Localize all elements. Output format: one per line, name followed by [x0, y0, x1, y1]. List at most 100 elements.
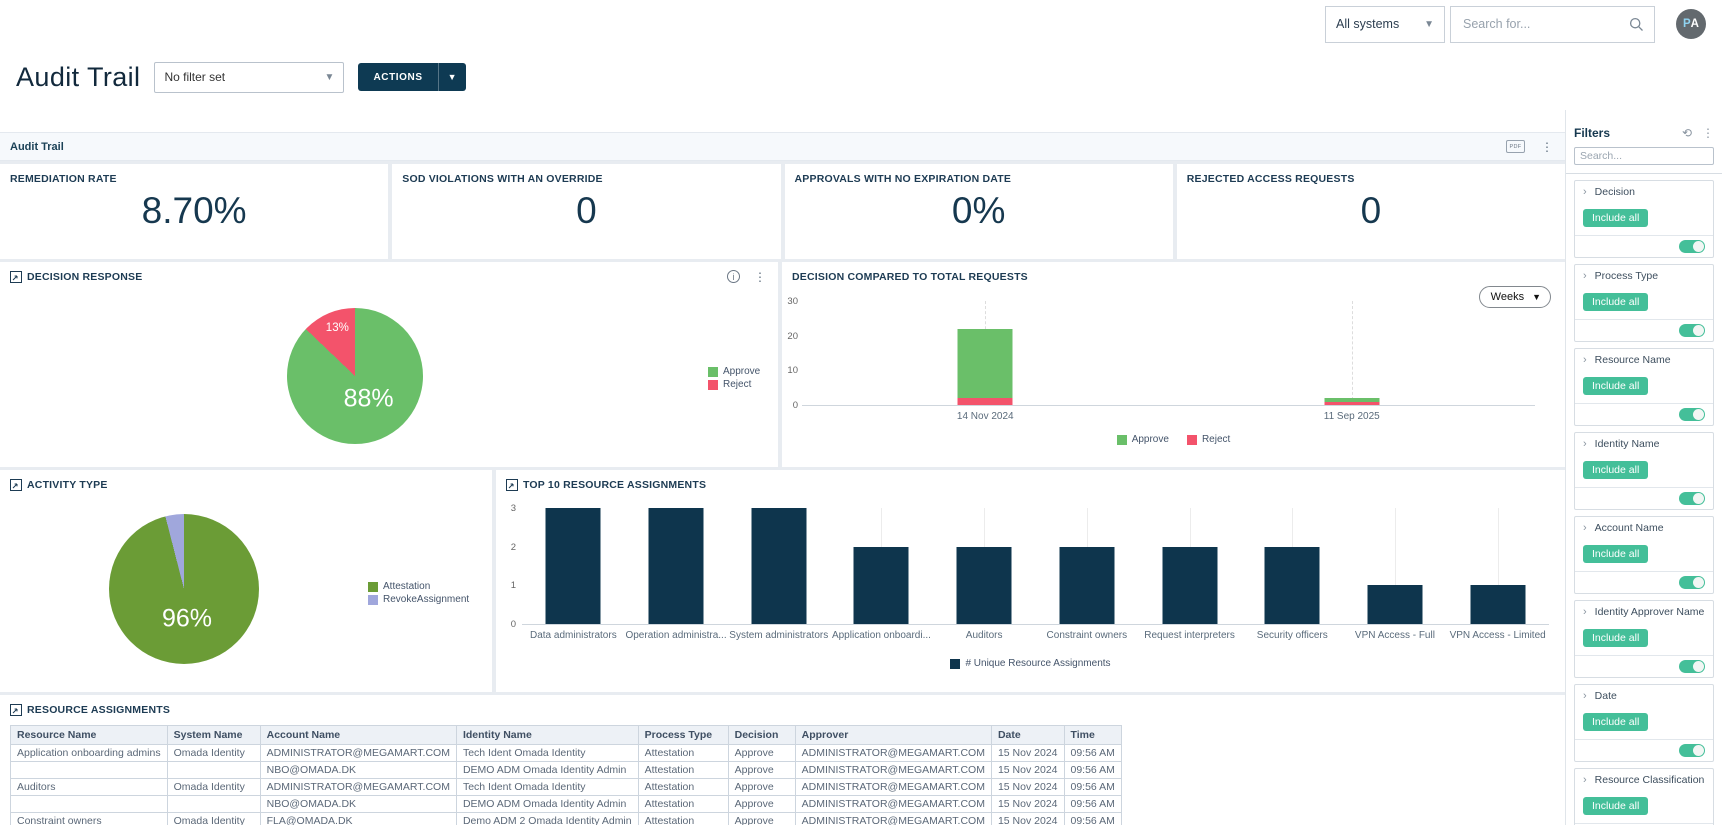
- table-cell: 09:56 AM: [1063, 744, 1122, 762]
- chart-icon: [10, 271, 22, 283]
- filter-section-header-decision[interactable]: › Decision: [1575, 181, 1713, 203]
- actions-label: ACTIONS: [373, 71, 423, 83]
- divider: [1566, 173, 1722, 174]
- filter-toggle[interactable]: [1679, 408, 1705, 421]
- table-row[interactable]: Constraint owners Omada Identity FLA@OMADA…: [10, 812, 1122, 825]
- column-header[interactable]: Account Name: [259, 725, 457, 745]
- filter-toggle[interactable]: [1679, 240, 1705, 253]
- bar-top10[interactable]: [545, 508, 601, 624]
- filter-toggle[interactable]: [1679, 660, 1705, 673]
- bar-top10[interactable]: [853, 546, 909, 624]
- column-header[interactable]: System Name: [166, 725, 261, 745]
- table-row[interactable]: Auditors Omada Identity ADMINISTRATOR@MEGA…: [10, 778, 1122, 796]
- legend-swatch: [368, 581, 378, 592]
- table-cell: Tech Ident Omada Identity: [455, 778, 639, 796]
- bar-top10[interactable]: [1059, 546, 1115, 624]
- export-pdf-icon[interactable]: PDF: [1506, 140, 1525, 153]
- bar-decision_vs_total[interactable]: [957, 328, 1013, 399]
- topbar: All systems ▼ PA: [0, 0, 1722, 44]
- table-cell: Approve: [727, 761, 796, 779]
- table-cell: FLA@OMADA.DK: [259, 812, 457, 825]
- column-header[interactable]: Resource Name: [10, 725, 168, 745]
- y-tick-label: 0: [792, 400, 798, 411]
- chevron-right-icon: ›: [1583, 354, 1587, 366]
- decision-pie-chart[interactable]: [287, 308, 423, 444]
- table-row[interactable]: NBO@OMADA.DK DEMO ADM Omada Identity Admi…: [10, 761, 1122, 779]
- column-header[interactable]: Process Type: [637, 725, 729, 745]
- chevron-right-icon: ›: [1583, 774, 1587, 786]
- legend-label: Approve: [723, 366, 761, 377]
- table-row[interactable]: Application onboarding admins Omada Ident…: [10, 744, 1122, 762]
- reset-filters-icon[interactable]: ⟲: [1682, 127, 1692, 139]
- include-all-chip[interactable]: Include all: [1583, 629, 1649, 647]
- filter-sections: › Decision Include all › Process Type Include…: [1574, 180, 1714, 825]
- include-all-chip[interactable]: Include all: [1583, 797, 1649, 815]
- column-header[interactable]: Approver: [794, 725, 992, 745]
- table-cell: Approve: [727, 795, 796, 813]
- x-axis-label: Request interpreters: [1144, 630, 1235, 641]
- filter-section-header-identity-name[interactable]: › Identity Name: [1575, 433, 1713, 455]
- filter-section-header-identity-approver-name[interactable]: › Identity Approver Name: [1575, 601, 1713, 623]
- filter-section-header-resource-name[interactable]: › Resource Name: [1575, 349, 1713, 371]
- page-header: Audit Trail No filter set ▼ ACTIONS ▼: [0, 44, 1722, 110]
- search-input[interactable]: [1461, 16, 1629, 32]
- bar-top10[interactable]: [1470, 585, 1526, 624]
- filter-toggle[interactable]: [1679, 492, 1705, 505]
- info-icon[interactable]: i: [727, 270, 740, 283]
- kpi-value: 0: [576, 190, 597, 231]
- bar-decision_vs_total[interactable]: [1324, 401, 1380, 405]
- table-row[interactable]: NBO@OMADA.DK DEMO ADM Omada Identity Admi…: [10, 795, 1122, 813]
- table-cell: NBO@OMADA.DK: [259, 761, 457, 779]
- bar-top10[interactable]: [648, 508, 704, 624]
- include-all-chip[interactable]: Include all: [1583, 209, 1649, 227]
- bar-top10[interactable]: [956, 546, 1012, 624]
- global-search[interactable]: [1450, 5, 1655, 43]
- bar-decision_vs_total[interactable]: [1324, 398, 1380, 402]
- kebab-menu-icon[interactable]: ⋮: [1541, 141, 1553, 153]
- column-header[interactable]: Decision: [727, 725, 796, 745]
- column-header[interactable]: Date: [990, 725, 1065, 745]
- decision-vs-total-panel: DECISION COMPARED TO TOTAL REQUESTS Week…: [782, 262, 1565, 467]
- table-cell: ADMINISTRATOR@MEGAMART.COM: [794, 812, 992, 825]
- system-filter-select[interactable]: All systems ▼: [1325, 5, 1445, 43]
- resource-assignments-table: Resource Name System Name Account Name Iden…: [10, 725, 1122, 825]
- filter-toggle[interactable]: [1679, 744, 1705, 757]
- table-cell: 15 Nov 2024: [990, 744, 1065, 762]
- view-filter-select[interactable]: No filter set ▼: [154, 61, 345, 93]
- user-avatar[interactable]: PA: [1676, 9, 1706, 39]
- table-cell: 09:56 AM: [1063, 812, 1122, 825]
- filter-toggle[interactable]: [1679, 324, 1705, 337]
- column-header[interactable]: Identity Name: [455, 725, 639, 745]
- filter-section-header-resource-classification[interactable]: › Resource Classification: [1575, 769, 1713, 791]
- actions-dropdown-arrow[interactable]: ▼: [437, 63, 466, 91]
- filter-toggle[interactable]: [1679, 576, 1705, 589]
- bar-top10[interactable]: [1264, 546, 1320, 624]
- bar-decision_vs_total[interactable]: [957, 398, 1013, 405]
- filters-search-input[interactable]: [1574, 147, 1714, 165]
- include-all-chip[interactable]: Include all: [1583, 293, 1649, 311]
- legend-label: # Unique Resource Assignments: [965, 658, 1111, 669]
- kebab-menu-icon[interactable]: ⋮: [1702, 127, 1714, 139]
- bar-top10[interactable]: [1367, 585, 1423, 624]
- chart-icon: [10, 704, 22, 716]
- actions-button[interactable]: ACTIONS ▼: [358, 63, 466, 91]
- table-cell: Attestation: [637, 761, 729, 779]
- column-header[interactable]: Time: [1063, 725, 1122, 745]
- filter-section-header-date[interactable]: › Date: [1575, 685, 1713, 707]
- table-cell: Approve: [727, 744, 796, 762]
- include-all-chip[interactable]: Include all: [1583, 545, 1649, 563]
- table-cell: [166, 795, 261, 813]
- include-all-chip[interactable]: Include all: [1583, 461, 1649, 479]
- table-cell: Omada Identity: [166, 744, 261, 762]
- table-cell: NBO@OMADA.DK: [259, 795, 457, 813]
- include-all-chip[interactable]: Include all: [1583, 377, 1649, 395]
- kebab-menu-icon[interactable]: ⋮: [754, 271, 766, 283]
- include-all-chip[interactable]: Include all: [1583, 713, 1649, 731]
- legend-item: Attestation: [368, 581, 469, 592]
- legend-swatch: [708, 366, 718, 377]
- filter-section-header-account-name[interactable]: › Account Name: [1575, 517, 1713, 539]
- bar-top10[interactable]: [751, 508, 807, 624]
- bar-top10[interactable]: [1162, 546, 1218, 624]
- filter-section-header-process-type[interactable]: › Process Type: [1575, 265, 1713, 287]
- activity-pie-chart[interactable]: [109, 514, 259, 664]
